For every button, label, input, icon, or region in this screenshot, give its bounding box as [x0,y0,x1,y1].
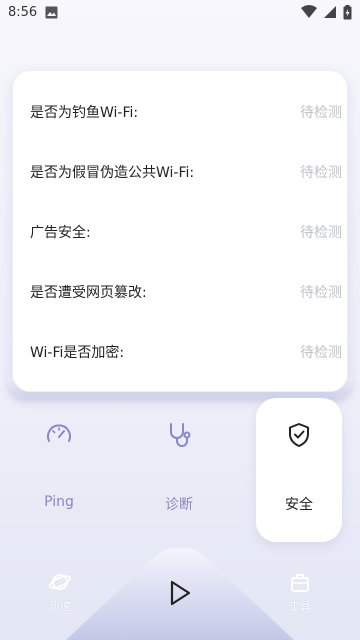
battery-icon [343,4,352,19]
check-label: 是否为钓鱼Wi-Fi: [30,105,139,121]
check-status: 待检测 [300,285,342,301]
check-status: 待检测 [300,345,342,361]
check-row-phishing: 是否为钓鱼Wi-Fi: 待检测 [30,100,342,124]
tab-label: 安全 [285,497,313,513]
check-status: 待检测 [300,165,342,181]
status-bar: 8:56 [0,0,360,24]
check-status: 待检测 [300,105,342,121]
bottom-nav: 测速 工具 [0,548,360,640]
check-status: 待检测 [300,225,342,241]
nav-tools[interactable]: 工具 [276,570,324,614]
toolbox-icon [291,574,309,592]
check-row-fake-public-wifi: 是否为假冒伪造公共Wi-Fi: 待检测 [30,160,342,184]
stethoscope-icon [170,423,191,447]
nav-label: 工具 [289,600,311,613]
wifi-signal-icon [301,5,317,18]
tab-security[interactable]: 安全 [256,398,342,542]
nav-label: 测速 [49,600,71,613]
tab-label: Ping [44,494,74,510]
play-icon[interactable] [166,578,194,608]
status-time: 8:56 [8,4,38,20]
tab-label: 诊断 [165,497,193,513]
tab-ping[interactable]: Ping [15,398,103,544]
nav-speed-test[interactable]: 测速 [36,570,84,614]
speedometer-icon [47,424,71,442]
check-label: 广告安全: [30,225,91,241]
check-label: Wi-Fi是否加密: [30,345,125,361]
check-row-page-tamper: 是否遭受网页篡改: 待检测 [30,280,342,304]
check-row-encryption: Wi-Fi是否加密: 待检测 [30,340,342,364]
check-label: 是否为假冒伪造公共Wi-Fi: [30,165,195,181]
tab-diagnose[interactable]: 诊断 [135,398,223,544]
shield-check-icon [289,423,309,447]
image-notification-icon [45,6,58,18]
check-row-ad-safety: 广告安全: 待检测 [30,220,342,244]
cell-signal-icon [324,6,336,18]
security-check-card: 是否为钓鱼Wi-Fi: 待检测 是否为假冒伪造公共Wi-Fi: 待检测 广告安全… [12,70,348,392]
planet-icon [48,574,72,590]
check-label: 是否遭受网页篡改: [30,285,147,301]
feature-tabs: Ping 诊断 安全 [0,398,360,544]
